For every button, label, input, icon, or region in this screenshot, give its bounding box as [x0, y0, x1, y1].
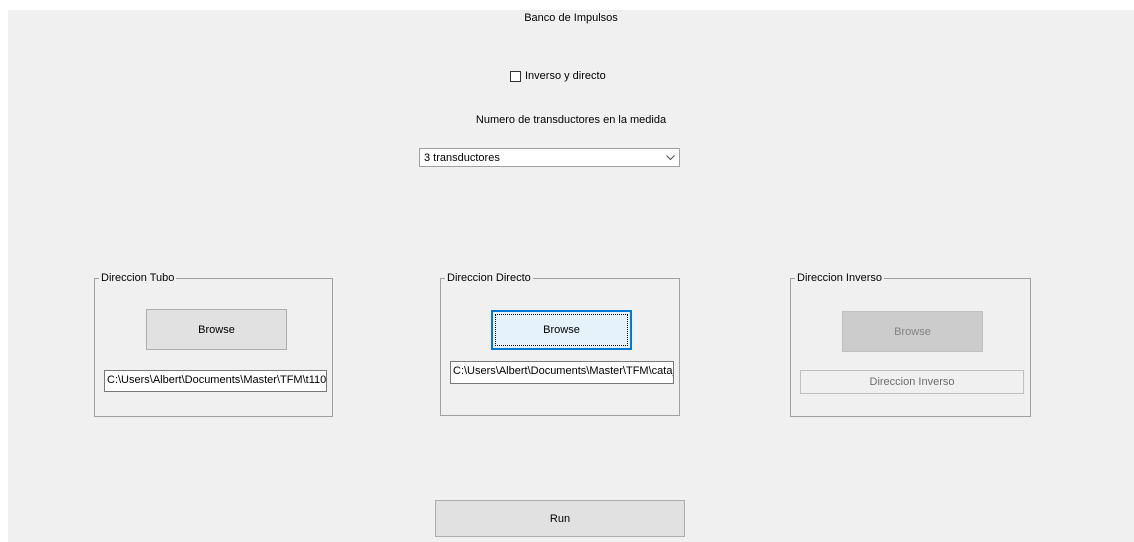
browse-tubo-button[interactable]: Browse [146, 309, 287, 350]
panel-direccion-directo: Direccion Directo Browse C:\Users\Albert… [440, 272, 680, 416]
inverso-path-field[interactable]: Direccion Inverso [800, 370, 1024, 394]
tubo-path-field[interactable]: C:\Users\Albert\Documents\Master\TFM\t11… [104, 370, 327, 392]
panel-direccion-inverso: Direccion Inverso Browse Direccion Inver… [790, 272, 1031, 417]
inverso-directo-checkbox[interactable]: Inverso y directo [510, 69, 606, 83]
panel-title-tubo: Direccion Tubo [99, 272, 177, 285]
chevron-down-icon[interactable] [662, 149, 679, 166]
panel-title-inverso: Direccion Inverso [795, 272, 884, 285]
browse-directo-button[interactable]: Browse [491, 310, 632, 350]
panel-title-directo: Direccion Directo [445, 272, 533, 285]
checkbox-label: Inverso y directo [525, 70, 606, 82]
transducers-select[interactable]: 3 transductores [419, 148, 680, 167]
run-button[interactable]: Run [435, 500, 685, 537]
checkbox-square[interactable] [510, 70, 521, 82]
transducers-selected-value: 3 transductores [424, 152, 500, 164]
directo-path-field[interactable]: C:\Users\Albert\Documents\Master\TFM\cat… [450, 361, 674, 384]
transducers-label: Numero de transductores en la medida [475, 114, 667, 126]
window-title: Banco de Impulsos [524, 12, 618, 24]
browse-inverso-button[interactable]: Browse [842, 311, 983, 352]
app-window: Banco de Impulsos Inverso y directo Nume… [8, 10, 1134, 542]
panel-direccion-tubo: Direccion Tubo Browse C:\Users\Albert\Do… [94, 272, 333, 417]
